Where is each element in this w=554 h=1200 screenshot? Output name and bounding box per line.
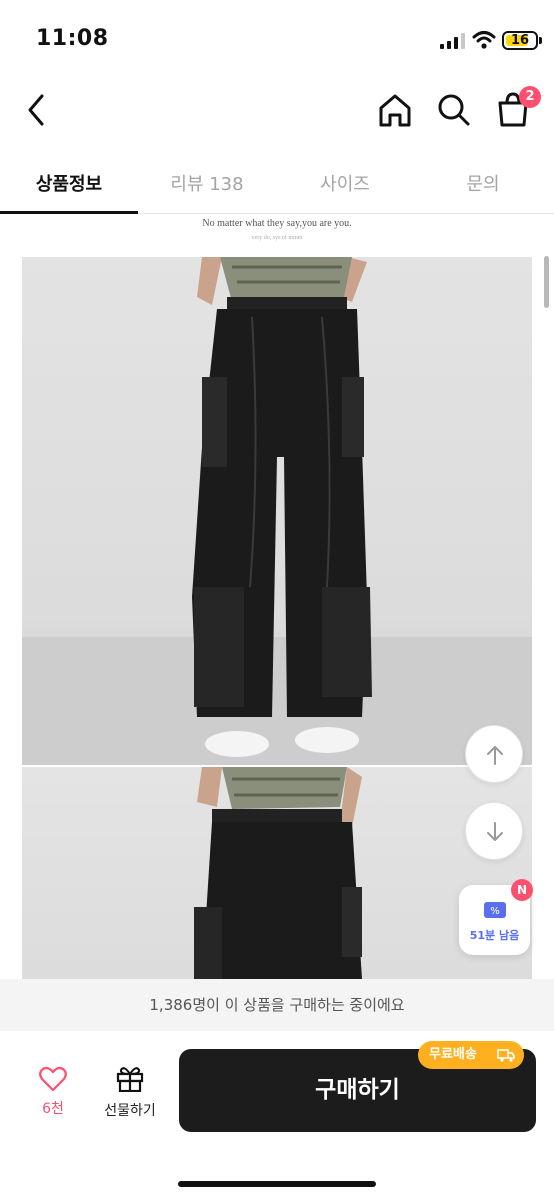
battery-tip [539, 37, 542, 44]
status-bar: 11:08 16 [0, 0, 554, 80]
status-time: 11:08 [36, 26, 109, 51]
like-button[interactable]: 6천 [28, 1066, 78, 1118]
svg-text:%: % [490, 906, 500, 917]
like-count: 6천 [42, 1101, 64, 1117]
buyers-notice: 1,386명이 이 상품을 구매하는 중이에요 [0, 979, 554, 1031]
scrollbar[interactable] [544, 256, 549, 308]
battery-level: 16 [510, 33, 530, 48]
gift-label: 선물하기 [104, 1103, 156, 1119]
gift-icon [116, 1067, 144, 1093]
tab-reviews[interactable]: 리뷰 138 [138, 170, 276, 196]
coupon-timer-label: 51분 남음 [469, 929, 520, 942]
home-icon[interactable] [375, 88, 415, 132]
product-image-2 [22, 767, 532, 979]
heart-icon [39, 1066, 67, 1092]
search-icon[interactable] [434, 88, 474, 132]
gift-button[interactable]: 선물하기 [96, 1064, 164, 1120]
active-tab-indicator [0, 211, 138, 214]
cart-count-badge: 2 [519, 86, 541, 108]
free-shipping-label: 무료배송 [429, 1047, 477, 1062]
scroll-down-button[interactable] [465, 802, 523, 860]
tab-bar: 상품정보 리뷰 138 사이즈 문의 [0, 158, 554, 214]
arrow-down-icon [487, 822, 503, 841]
scroll-up-button[interactable] [465, 725, 523, 783]
arrow-up-icon [487, 746, 503, 765]
truck-icon [497, 1049, 515, 1062]
coupon-new-badge: N [511, 879, 533, 901]
tab-product-info[interactable]: 상품정보 [0, 170, 138, 196]
coupon-icon: % [484, 902, 506, 918]
tab-size[interactable]: 사이즈 [276, 170, 414, 196]
tab-inquiry[interactable]: 문의 [414, 170, 552, 196]
battery-icon: 16 [502, 31, 538, 50]
product-image-1 [22, 257, 532, 765]
home-indicator [178, 1181, 376, 1187]
back-icon[interactable] [20, 88, 54, 132]
wifi-icon [472, 31, 496, 49]
image-caption-small: very do, sys of mmm [251, 235, 303, 241]
free-shipping-badge: 무료배송 [418, 1041, 524, 1069]
signal-icon [440, 33, 465, 49]
image-caption: No matter what they say,you are you. [202, 218, 352, 229]
